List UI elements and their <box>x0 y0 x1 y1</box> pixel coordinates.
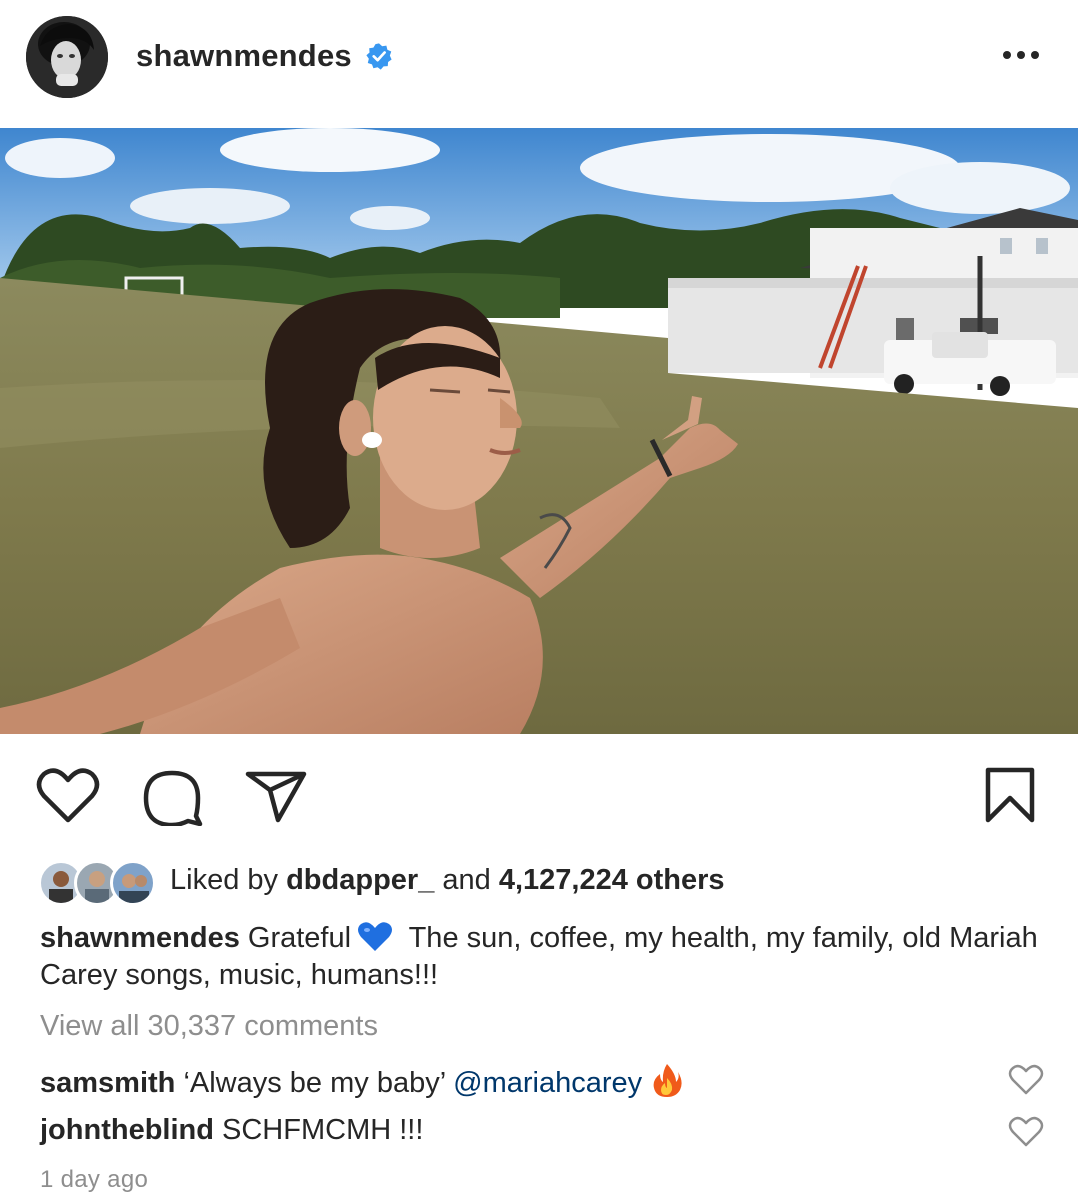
likes-prefix: Liked by <box>170 864 287 896</box>
verified-badge-icon <box>366 43 392 70</box>
comment-text: ‘Always be my baby’ <box>175 1067 454 1099</box>
liker-avatar <box>110 860 156 906</box>
comment-mention[interactable]: @mariahcarey <box>453 1067 642 1099</box>
liker-avatars[interactable] <box>38 860 158 908</box>
liker-username[interactable]: dbdapper_ <box>286 864 434 896</box>
comment-row: samsmith ‘Always be my baby’ @mariahcare… <box>40 1062 682 1100</box>
like-button[interactable] <box>36 768 100 826</box>
comment-username[interactable]: samsmith <box>40 1067 175 1099</box>
comment-row: johntheblind SCHFMCMH !!! <box>40 1114 423 1147</box>
likes-summary: Liked by dbdapper_ and 4,127,224 others <box>170 864 725 897</box>
caption-text-start: Grateful <box>239 922 352 954</box>
comment-like-icon[interactable] <box>1008 1064 1044 1096</box>
comment-text: SCHFMCMH !!! <box>213 1114 424 1146</box>
post-timestamp: 1 day ago <box>40 1166 149 1193</box>
comment-username[interactable]: johntheblind <box>40 1114 214 1146</box>
author-username[interactable]: shawnmendes <box>136 38 352 74</box>
likes-count[interactable]: 4,127,224 others <box>499 864 725 896</box>
post-photo[interactable] <box>0 128 1078 734</box>
view-all-comments-link[interactable]: View all 30,337 comments <box>40 1010 378 1043</box>
post-header: shawnmendes <box>0 0 1078 128</box>
blue-heart-icon <box>358 922 393 951</box>
post-caption: shawnmendes Grateful The sun, coffee, my… <box>40 920 1040 994</box>
comment-button[interactable] <box>140 770 204 826</box>
comment-like-icon[interactable] <box>1008 1116 1044 1148</box>
share-button[interactable] <box>244 770 308 824</box>
fire-icon <box>653 1064 682 1097</box>
likes-middle: and <box>434 864 499 896</box>
save-button[interactable] <box>984 766 1036 824</box>
more-options-icon[interactable] <box>1000 48 1042 62</box>
caption-username[interactable]: shawnmendes <box>40 922 240 954</box>
author-avatar[interactable] <box>26 16 108 98</box>
